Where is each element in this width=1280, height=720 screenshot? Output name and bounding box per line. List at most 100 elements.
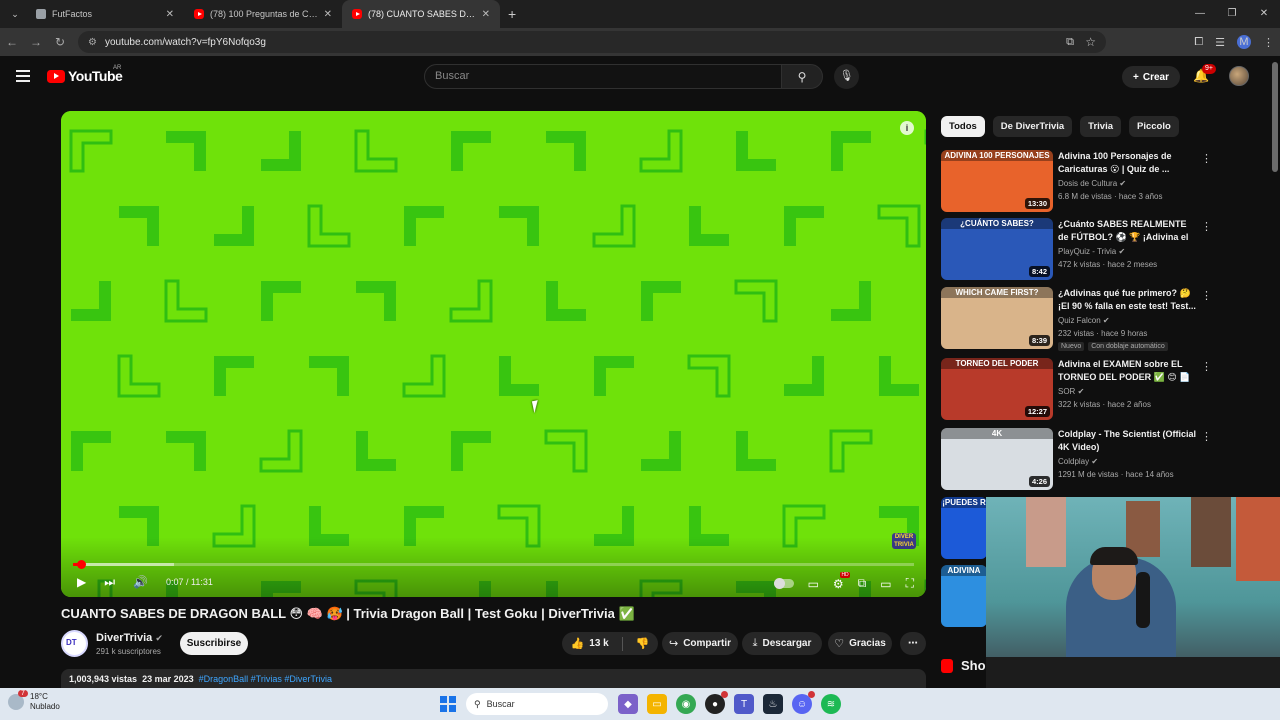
- recommendation-item[interactable]: WHICH CAME FIRST? 8:39 ¿Adivinas qué fue…: [941, 287, 1212, 351]
- settings-gear-icon[interactable]: ⚙: [833, 571, 850, 591]
- hashtags[interactable]: #DragonBall #Trivias #DiverTrivia: [199, 674, 332, 684]
- restore-icon[interactable]: ❐: [1216, 0, 1248, 28]
- voice-search-mic-icon[interactable]: 🎙: [834, 64, 859, 89]
- close-window-icon[interactable]: ✕: [1248, 0, 1280, 28]
- reading-list-icon[interactable]: ☰: [1215, 36, 1225, 49]
- new-tab-button[interactable]: +: [508, 6, 516, 22]
- subtitles-icon[interactable]: ▭: [808, 577, 819, 591]
- windows-start-icon[interactable]: [440, 696, 456, 712]
- extensions-icon[interactable]: ⧠: [1194, 36, 1203, 49]
- recommendation-title[interactable]: ¿Cuánto SABES REALMENTE de FÚTBOL? ⚽ 🏆 ¡…: [1058, 218, 1198, 244]
- volume-icon[interactable]: 🔊: [133, 575, 148, 589]
- recommendation-channel[interactable]: SOR ✔: [1058, 387, 1084, 396]
- more-vertical-icon[interactable]: ⋮: [1201, 360, 1212, 373]
- back-icon[interactable]: ←: [0, 35, 24, 49]
- close-tab-icon[interactable]: ✕: [166, 9, 174, 20]
- recommendation-title[interactable]: Coldplay - The Scientist (Official 4K Vi…: [1058, 428, 1198, 454]
- description-box[interactable]: 1,003,943 vistas 23 mar 2023 #DragonBall…: [61, 669, 926, 689]
- minimize-icon[interactable]: —: [1184, 0, 1216, 28]
- recommendation-thumbnail[interactable]: 4K 4:26: [941, 428, 1053, 490]
- recommendation-thumbnail[interactable]: WHICH CAME FIRST? 8:39: [941, 287, 1053, 349]
- theater-mode-icon[interactable]: ▭: [880, 577, 891, 591]
- chip-piccolo[interactable]: Piccolo: [1129, 116, 1179, 137]
- youtube-logo[interactable]: YouTube AR: [47, 65, 123, 84]
- recommendation-title[interactable]: Adivina el EXAMEN sobre EL TORNEO DEL PO…: [1058, 358, 1198, 384]
- hamburger-menu-icon[interactable]: [16, 70, 30, 82]
- close-tab-icon[interactable]: ✕: [324, 9, 332, 20]
- obs-icon[interactable]: ●: [705, 691, 728, 714]
- search-button[interactable]: ⚲: [781, 64, 823, 89]
- teams-icon[interactable]: T: [734, 694, 754, 714]
- chip-trivia[interactable]: Trivia: [1080, 116, 1121, 137]
- video-info-icon[interactable]: i: [900, 121, 914, 135]
- copilot-icon[interactable]: ◆: [618, 694, 638, 714]
- more-actions-button[interactable]: ⋯: [900, 632, 926, 655]
- chip-de-divertrivia[interactable]: De DiverTrivia: [992, 116, 1073, 137]
- play-icon[interactable]: ▶: [77, 575, 86, 589]
- weather-widget[interactable]: 7 18°C Nublado: [8, 690, 60, 712]
- page-scrollbar[interactable]: [1272, 62, 1278, 172]
- next-video-icon[interactable]: ⏭: [104, 575, 115, 590]
- account-avatar[interactable]: [1229, 66, 1249, 86]
- steam-icon[interactable]: ♨: [763, 694, 783, 714]
- recommendation-item[interactable]: ¿CUÁNTO SABES? 8:42 ¿Cuánto SABES REALME…: [941, 218, 1212, 280]
- recommendation-thumbnail[interactable]: TORNEO DEL PODER 12:27: [941, 358, 1053, 420]
- url-field[interactable]: ⚙ youtube.com/watch?v=fpY6Nofqo3g ⧉ ☆: [78, 31, 1106, 53]
- more-vertical-icon[interactable]: ⋮: [1201, 430, 1212, 443]
- recommendation-thumbnail[interactable]: ADIVINA 100 PERSONAJES 13:30: [941, 150, 1053, 212]
- install-app-icon[interactable]: ⧉: [1066, 36, 1074, 49]
- recommendation-channel[interactable]: Coldplay ✔: [1058, 457, 1098, 466]
- recommendation-thumbnail[interactable]: ¿CUÁNTO SABES? 8:42: [941, 218, 1053, 280]
- like-thumb-up-icon[interactable]: 👍: [571, 637, 585, 650]
- tab-title: (78) CUANTO SABES DE DRAGO: [368, 9, 476, 19]
- recommendation-title[interactable]: ¿Adivinas qué fue primero? 🤔 ¡El 90 % fa…: [1058, 287, 1198, 313]
- like-count[interactable]: 13 k: [589, 638, 608, 649]
- weather-alert-badge: 7: [18, 690, 28, 697]
- recommendation-item[interactable]: TORNEO DEL PODER 12:27 Adivina el EXAMEN…: [941, 358, 1212, 420]
- download-button[interactable]: ⤓ Descargar: [742, 632, 822, 655]
- reload-icon[interactable]: ↻: [48, 35, 72, 49]
- discord-icon[interactable]: ☺: [792, 691, 815, 714]
- dislike-thumb-down-icon[interactable]: 👎: [636, 637, 650, 650]
- webcam-overlay: [986, 497, 1280, 688]
- tab-futfactos[interactable]: FutFactos ✕: [26, 0, 184, 28]
- tab-cuanto-sabes[interactable]: (78) CUANTO SABES DE DRAGO ✕: [342, 0, 500, 28]
- chip-todos[interactable]: Todos: [941, 116, 985, 137]
- bookmark-star-icon[interactable]: ☆: [1085, 35, 1096, 49]
- tab-100-preguntas[interactable]: (78) 100 Preguntas de Conocim ✕: [184, 0, 342, 28]
- forward-icon[interactable]: →: [24, 35, 48, 49]
- recommendation-thumbnail[interactable]: ADIVINA: [941, 565, 987, 627]
- tab-search-menu-icon[interactable]: ⌄: [4, 3, 26, 25]
- close-tab-icon[interactable]: ✕: [482, 9, 490, 20]
- miniplayer-icon[interactable]: ⧉: [858, 576, 867, 591]
- taskbar-search-box[interactable]: ⚲ Buscar: [466, 693, 608, 715]
- autoplay-toggle[interactable]: [773, 578, 794, 589]
- recommendation-thumbnail[interactable]: ¡PUEDES R: [941, 497, 987, 559]
- site-info-icon[interactable]: ⚙: [88, 37, 97, 48]
- subscribe-button[interactable]: Suscribirse: [180, 632, 248, 655]
- more-vertical-icon[interactable]: ⋮: [1201, 152, 1212, 165]
- more-vertical-icon[interactable]: ⋮: [1201, 289, 1212, 302]
- video-player[interactable]: i DIVER TRIVIA ▶ ⏭ 🔊 0:07 / 11:31 ▭ ⚙ ⧉ …: [61, 111, 926, 597]
- more-vertical-icon[interactable]: ⋮: [1201, 220, 1212, 233]
- browser-menu-icon[interactable]: ⋮: [1263, 36, 1274, 49]
- spotify-icon[interactable]: ≋: [821, 694, 841, 714]
- profile-avatar-icon[interactable]: M: [1237, 35, 1251, 49]
- recommendation-channel[interactable]: PlayQuiz - Trivia ✔: [1058, 247, 1125, 256]
- recommendation-meta: 6.8 M de vistas · hace 3 años: [1058, 192, 1163, 201]
- recommendation-item[interactable]: 4K 4:26 Coldplay - The Scientist (Offici…: [941, 428, 1212, 490]
- chrome-icon[interactable]: ◉: [676, 694, 696, 714]
- recommendation-item[interactable]: ADIVINA 100 PERSONAJES 13:30 Adivina 100…: [941, 150, 1212, 212]
- file-explorer-icon[interactable]: ▭: [647, 694, 667, 714]
- progress-bar[interactable]: [73, 560, 914, 569]
- recommendation-channel[interactable]: Quiz Falcon ✔: [1058, 316, 1110, 325]
- channel-avatar[interactable]: [61, 630, 88, 657]
- thanks-button[interactable]: ♡ Gracias: [828, 632, 892, 655]
- share-button[interactable]: ↪ Compartir: [662, 632, 738, 655]
- channel-name[interactable]: DiverTrivia ✔: [96, 632, 163, 644]
- fullscreen-icon[interactable]: ⛶: [906, 576, 914, 591]
- search-input[interactable]: Buscar: [424, 64, 782, 89]
- recommendation-channel[interactable]: Dosis de Cultura ✔: [1058, 179, 1126, 188]
- recommendation-title[interactable]: Adivina 100 Personajes de Caricaturas 😮 …: [1058, 150, 1198, 176]
- create-button[interactable]: + Crear: [1122, 66, 1180, 88]
